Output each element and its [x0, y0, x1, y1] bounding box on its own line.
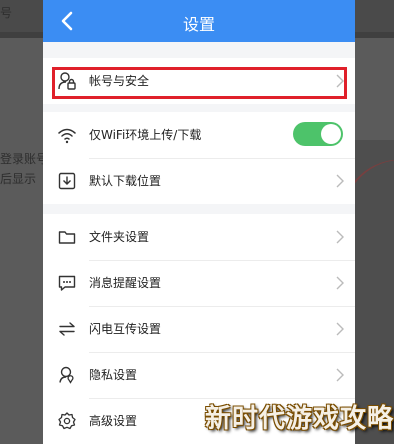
settings-row-label: 闪电互传设置: [89, 322, 162, 336]
background-text-1: 登录账号: [0, 152, 49, 166]
settings-row-label: 高级设置: [89, 414, 138, 428]
settings-row-label: 消息提醒设置: [89, 276, 162, 290]
header-bar: 设置: [43, 0, 355, 42]
background-text-top: 号: [0, 6, 13, 20]
chevron-right-icon: [335, 229, 345, 245]
chevron-right-icon: [335, 275, 345, 291]
settings-screen: 设置 帐号与安全 仅WiFi环境上传/下载 默认下载位置 文件夹设置 消息提醒设…: [43, 0, 355, 444]
settings-row-label: 仅WiFi环境上传/下载: [89, 128, 202, 142]
folder-icon: [57, 227, 77, 247]
settings-row-notifications[interactable]: 消息提醒设置: [43, 260, 355, 306]
settings-row-wifi-only: 仅WiFi环境上传/下载: [43, 112, 355, 158]
settings-row-label: 默认下载位置: [89, 174, 162, 188]
download-icon: [57, 171, 77, 191]
page-title: 设置: [182, 15, 215, 34]
wifi-only-toggle[interactable]: [293, 122, 343, 146]
settings-row-download-location[interactable]: 默认下载位置: [43, 158, 355, 204]
settings-row-label: 文件夹设置: [89, 230, 150, 244]
wifi-icon: [57, 125, 77, 145]
settings-row-lightning-transfer[interactable]: 闪电互传设置: [43, 306, 355, 352]
settings-row-folder[interactable]: 文件夹设置: [43, 214, 355, 260]
section-download: 仅WiFi环境上传/下载 默认下载位置: [43, 112, 355, 204]
settings-row-privacy[interactable]: 隐私设置: [43, 352, 355, 398]
transfer-icon: [57, 319, 77, 339]
message-icon: [57, 273, 77, 293]
chevron-right-icon: [335, 367, 345, 383]
gear-icon: [57, 411, 77, 431]
settings-row-label: 隐私设置: [89, 368, 138, 382]
chevron-right-icon: [335, 173, 345, 189]
highlight-box: [52, 67, 347, 99]
watermark-text: 新时代游戏攻略: [205, 404, 394, 434]
background-text-2: 后显示: [0, 172, 37, 186]
privacy-icon: [57, 365, 77, 385]
toggle-knob: [321, 124, 341, 144]
chevron-right-icon: [335, 321, 345, 337]
